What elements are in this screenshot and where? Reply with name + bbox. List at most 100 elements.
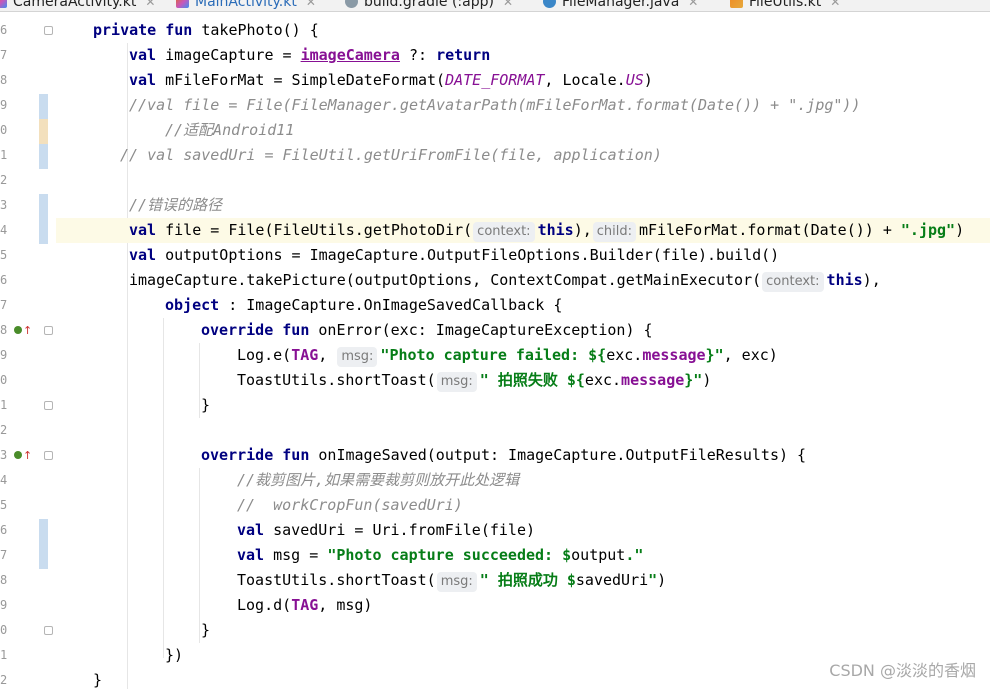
close-icon[interactable]: ✕ [830,0,840,9]
line-number: 9 [0,598,8,612]
keyword: val [237,521,265,539]
line-number: 0 [0,623,8,637]
kotlin-icon [0,0,7,8]
constant: TAG [291,596,319,614]
fold-toggle-icon[interactable] [44,326,53,335]
kotlin-file-icon [730,0,743,8]
line-number: 2 [0,173,8,187]
vcs-modified-marker[interactable] [39,119,48,144]
fold-toggle-icon[interactable] [44,26,53,35]
editor-tab-bar: CameraActivity.kt ✕ MainActivity.kt ✕ bu… [0,0,990,12]
code-text: output [571,546,626,564]
code-line: val msg = "Photo capture succeeded: $out… [56,543,990,568]
code-line: imageCapture.takePicture(outputOptions, … [56,268,990,293]
fold-toggle-icon[interactable] [44,401,53,410]
code-line: Log.d(TAG, msg) [56,593,990,618]
keyword: val [129,71,157,89]
line-number: 3 [0,448,8,462]
code-text: msg = [264,546,328,564]
tab-main-activity[interactable]: MainActivity.kt ✕ [176,0,316,11]
tab-label: FileUtils.kt [749,0,822,10]
vcs-change-marker[interactable] [39,519,48,569]
line-number: 5 [0,248,8,262]
comment: // val savedUri = FileUtil.getUriFromFil… [120,146,662,164]
line-number: 8 [0,573,8,587]
code-text: exc. [606,346,643,364]
tab-file-manager[interactable]: FileManager.java ✕ [543,0,698,11]
code-text: onImageSaved(output: ImageCapture.Output… [309,446,807,464]
implements-icon [14,326,22,334]
comment: //裁剪图片,如果需要裁剪则放开此处逻辑 [237,471,520,489]
constant: TAG [291,346,319,364]
code-text: ) [657,571,667,589]
code-text: mFileForMat.format(Date()) + [639,221,901,239]
string-literal: }" [705,346,724,364]
code-text: ) [643,71,653,89]
code-text: } [201,396,211,414]
code-text: , msg) [318,596,373,614]
keyword: override [201,446,274,464]
arrow-up-icon: ↑ [23,448,33,462]
line-number: 7 [0,48,8,62]
line-number: 4 [0,473,8,487]
code-line: val imageCapture = imageCamera ?: return [56,43,990,68]
line-number: 4 [0,223,8,237]
code-line: // val savedUri = FileUtil.getUriFromFil… [56,143,990,168]
override-marker[interactable]: ↑ [14,324,34,336]
code-line: } [56,618,990,643]
keyword: fun [282,446,310,464]
fold-toggle-icon[interactable] [44,451,53,460]
keyword: override [201,321,274,339]
keyword: val [237,546,265,564]
code-line: override fun onImageSaved(output: ImageC… [56,443,990,468]
comment: // workCropFun(savedUri) [237,496,463,514]
keyword: val [129,246,157,264]
code-text: file = File(FileUtils.getPhotoDir( [156,221,473,239]
code-text: mFileForMat = SimpleDateFormat( [156,71,446,89]
line-number: 2 [0,423,8,437]
code-line: object : ImageCapture.OnImageSavedCallba… [56,293,990,318]
line-number: 3 [0,198,8,212]
string-literal: " 拍照失败 ${ [479,371,585,389]
code-editor[interactable]: private fun takePhoto() { val imageCaptu… [56,12,990,689]
parameter-hint: child: [592,222,636,242]
code-text: Log.d( [237,596,292,614]
code-text: ) [702,371,712,389]
code-text: imageCapture.takePicture(outputOptions, … [129,271,762,289]
code-text: ?: [399,46,437,64]
close-icon[interactable]: ✕ [306,0,316,9]
java-icon [543,0,556,8]
editor-gutter: 6 7 8 9 0 1 2 3 4 5 6 7 8 9 0 1 2 3 4 5 … [0,12,56,689]
code-line: //错误的路径 [56,193,990,218]
code-text: Log.e( [237,346,292,364]
tab-camera-activity[interactable]: CameraActivity.kt ✕ [0,0,155,11]
close-icon[interactable]: ✕ [688,0,698,9]
constant: DATE_FORMAT [445,71,545,89]
watermark: CSDN @淡淡的香烟 [829,661,976,680]
arrow-up-icon: ↑ [23,323,33,337]
line-number: 8 [0,73,8,87]
parameter-hint: context: [473,222,535,242]
keyword: val [129,221,157,239]
code-line-current: val file = File(FileUtils.getPhotoDir(co… [56,218,990,243]
override-marker[interactable]: ↑ [14,449,34,461]
code-text: takePhoto() { [192,21,319,39]
line-number: 0 [0,123,8,137]
parameter-hint: msg: [436,372,477,392]
keyword: object [165,296,220,314]
line-number: 9 [0,348,8,362]
vcs-change-marker[interactable] [39,144,48,169]
close-icon[interactable]: ✕ [503,0,513,9]
vcs-change-marker[interactable] [39,194,48,244]
close-icon[interactable]: ✕ [145,0,155,9]
tab-build-gradle[interactable]: build.gradle (:app) ✕ [345,0,513,11]
implements-icon [14,451,22,459]
fold-toggle-icon[interactable] [44,626,53,635]
string-literal: ".jpg" [900,221,956,239]
line-number: 5 [0,498,8,512]
constant: US [625,71,644,89]
comment: //val file = File(FileManager.getAvatarP… [129,96,861,114]
code-text: outputOptions = ImageCapture.OutputFileO… [156,246,780,264]
code-line: } [56,393,990,418]
tab-file-utils[interactable]: FileUtils.kt ✕ [730,0,840,11]
